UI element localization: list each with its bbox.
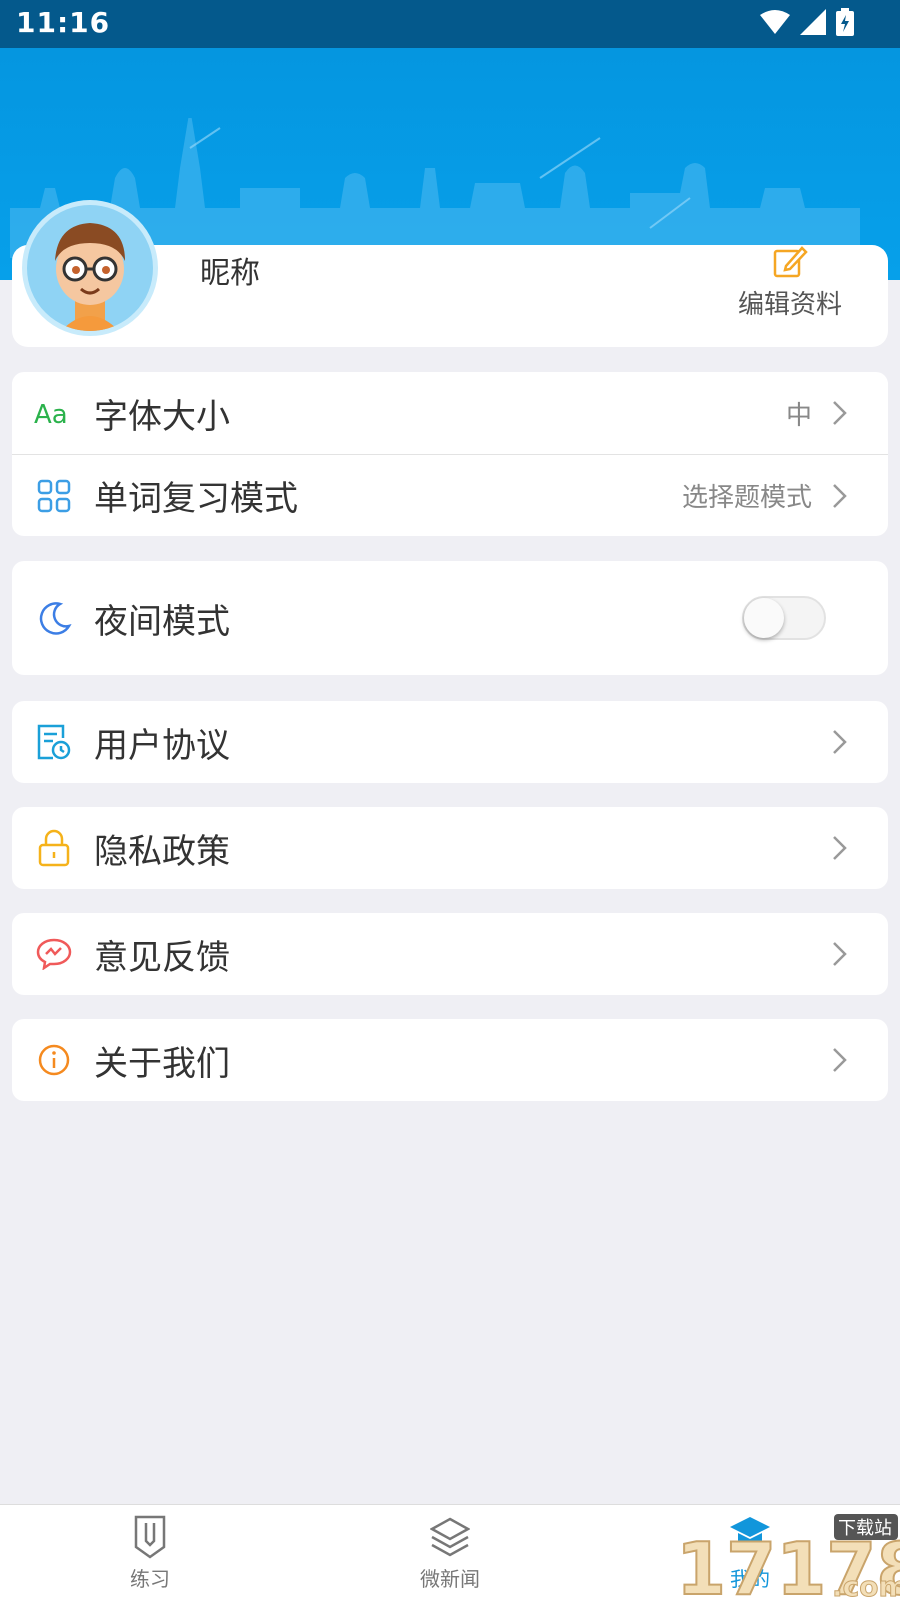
font-aa-icon: Aa [34, 393, 74, 433]
edit-profile-label: 编辑资料 [737, 290, 842, 320]
night-mode-toggle[interactable] [742, 596, 826, 640]
svg-text:.com: .com [832, 1570, 900, 1600]
signal-icon [800, 9, 826, 35]
font-size-value: 中 [785, 400, 812, 431]
chevron-right-icon [833, 401, 847, 425]
review-mode-value: 选择题模式 [681, 483, 812, 513]
toggle-knob [744, 598, 784, 638]
review-mode-label: 单词复习模式 [94, 479, 298, 519]
lock-icon [34, 828, 74, 868]
feedback-card: 意见反馈 [12, 913, 888, 995]
chevron-right-icon [833, 483, 847, 508]
night-mode-label: 夜间模式 [94, 601, 230, 642]
about-us-row[interactable]: 关于我们 [12, 1019, 888, 1101]
svg-text:Aa: Aa [34, 400, 68, 428]
chevron-right-icon [833, 730, 847, 754]
avatar[interactable] [22, 200, 158, 336]
tab-practice[interactable]: 练习 [0, 1505, 300, 1600]
chevron-right-icon [833, 1048, 847, 1072]
feedback-row[interactable]: 意见反馈 [12, 913, 888, 995]
status-time: 11:16 [16, 6, 111, 39]
edit-icon [773, 246, 808, 278]
moon-icon [34, 598, 74, 638]
battery-charging-icon [836, 8, 854, 36]
about-us-card: 关于我们 [12, 1019, 888, 1101]
status-icons [760, 8, 854, 36]
document-clock-icon [34, 722, 74, 762]
settings-card: Aa 字体大小 中 单词复习模式 选择题模式 [12, 372, 888, 536]
night-mode-row: 夜间模式 [12, 561, 888, 675]
chevron-right-icon [833, 942, 847, 966]
info-icon [34, 1040, 74, 1080]
tab-news[interactable]: 微新闻 [300, 1505, 600, 1600]
cartoon-avatar-icon [55, 223, 125, 331]
feedback-chat-icon [34, 934, 74, 974]
user-agreement-card: 用户协议 [12, 701, 888, 783]
grid-icon [34, 476, 74, 516]
tab-label: 微新闻 [420, 1567, 480, 1591]
chevron-right-icon [833, 836, 847, 860]
font-size-row[interactable]: Aa 字体大小 中 [12, 372, 888, 454]
wifi-icon [760, 10, 790, 34]
news-layers-icon [430, 1517, 470, 1557]
tab-label: 练习 [130, 1567, 170, 1591]
night-mode-card: 夜间模式 [12, 561, 888, 675]
practice-icon [134, 1515, 166, 1559]
privacy-policy-card: 隐私政策 [12, 807, 888, 889]
user-agreement-label: 用户协议 [94, 725, 230, 766]
privacy-policy-label: 隐私政策 [94, 831, 230, 872]
status-bar: 11:16 [0, 0, 900, 48]
edit-profile-button[interactable]: 编辑资料 [730, 244, 850, 330]
font-size-label: 字体大小 [94, 396, 230, 437]
user-agreement-row[interactable]: 用户协议 [12, 701, 888, 783]
privacy-policy-row[interactable]: 隐私政策 [12, 807, 888, 889]
feedback-label: 意见反馈 [94, 937, 230, 978]
svg-text:下载站: 下载站 [838, 1518, 892, 1539]
site-watermark-logo: 17178 下载站 .com [675, 1514, 900, 1600]
nickname: 昵称 [200, 256, 260, 291]
about-us-label: 关于我们 [94, 1043, 230, 1084]
review-mode-row[interactable]: 单词复习模式 选择题模式 [12, 454, 888, 536]
